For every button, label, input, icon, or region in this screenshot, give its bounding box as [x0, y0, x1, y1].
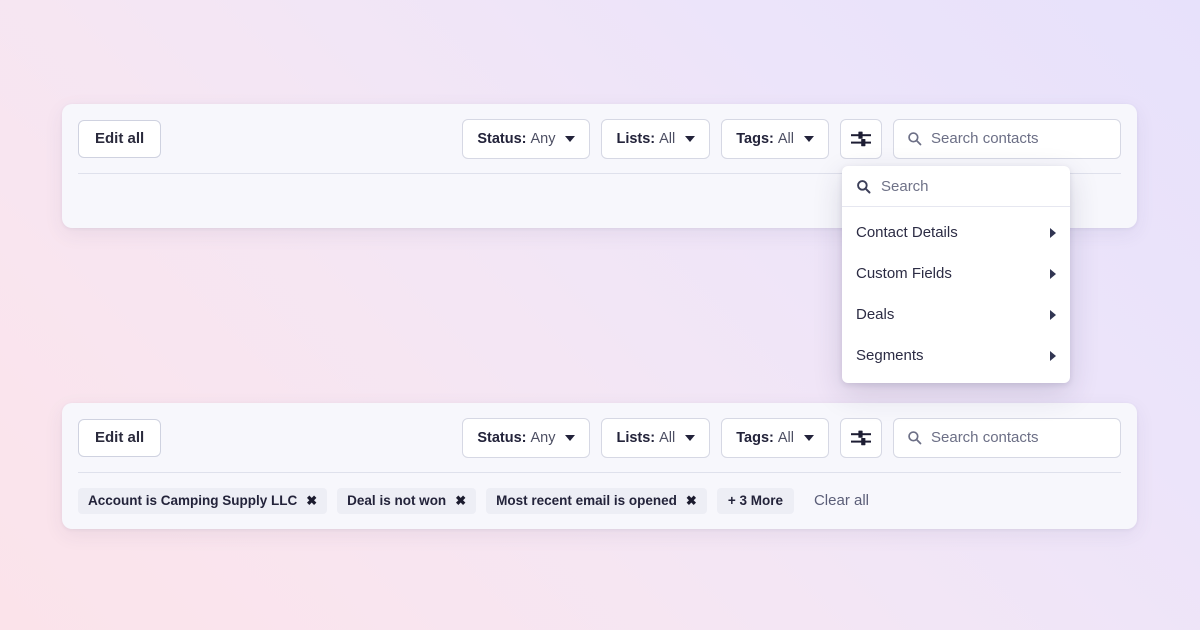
advanced-filter-button[interactable] — [840, 417, 882, 458]
filter-controls: Status: Any Lists: All Tags: All Search … — [462, 118, 1121, 159]
lists-filter-key: Lists: — [616, 130, 656, 147]
filter-chip: Most recent email is opened ✖ — [486, 487, 707, 514]
menu-item-contact-details[interactable]: Contact Details — [842, 212, 1070, 253]
filter-controls: Status: Any Lists: All Tags: All Search … — [462, 417, 1121, 458]
filter-chip-label: Deal is not won — [347, 493, 447, 508]
menu-item-segments[interactable]: Segments — [842, 335, 1070, 376]
tags-filter-dropdown[interactable]: Tags: All — [721, 118, 829, 159]
lists-filter-value: All — [659, 130, 676, 147]
edit-all-button[interactable]: Edit all — [78, 418, 162, 457]
search-contacts-placeholder: Search contacts — [931, 130, 1039, 147]
tags-filter-value: All — [777, 130, 794, 147]
toolbar-divider — [78, 472, 1121, 473]
filter-chip-label: Account is Camping Supply LLC — [88, 493, 298, 508]
chevron-down-icon — [565, 135, 576, 142]
toolbar-row: Edit all Status: Any Lists: All Tags: Al… — [62, 403, 1137, 472]
chevron-down-icon — [685, 135, 696, 142]
search-icon — [857, 179, 871, 193]
status-filter-key: Status: — [477, 429, 527, 446]
tags-filter-key: Tags: — [736, 429, 774, 446]
chevron-down-icon — [565, 434, 576, 441]
chevron-down-icon — [804, 135, 814, 142]
lists-filter-key: Lists: — [616, 429, 656, 446]
tags-filter-key: Tags: — [736, 130, 774, 147]
menu-item-custom-fields[interactable]: Custom Fields — [842, 253, 1070, 294]
lists-filter-dropdown[interactable]: Lists: All — [601, 118, 711, 159]
search-icon — [908, 431, 922, 445]
sliders-icon — [851, 430, 871, 445]
edit-all-button[interactable]: Edit all — [78, 119, 162, 158]
chevron-right-icon — [1050, 268, 1056, 279]
search-contacts-placeholder: Search contacts — [931, 429, 1039, 446]
menu-search-input[interactable]: Search — [842, 166, 1070, 207]
menu-item-label: Contact Details — [856, 224, 958, 241]
sliders-icon — [851, 131, 871, 146]
search-contacts-input[interactable]: Search contacts — [893, 118, 1121, 159]
tags-filter-value: All — [777, 429, 794, 446]
chevron-down-icon — [685, 434, 696, 441]
menu-search-placeholder: Search — [881, 177, 929, 195]
close-icon[interactable]: ✖ — [455, 494, 466, 507]
chevron-right-icon — [1050, 227, 1056, 238]
menu-item-deals[interactable]: Deals — [842, 294, 1070, 335]
status-filter-dropdown[interactable]: Status: Any — [462, 118, 591, 159]
status-filter-value: Any — [530, 429, 556, 446]
search-contacts-input[interactable]: Search contacts — [893, 417, 1121, 458]
chevron-right-icon — [1050, 350, 1056, 361]
chevron-down-icon — [804, 434, 814, 441]
status-filter-key: Status: — [477, 130, 527, 147]
filter-chip-label: Most recent email is opened — [496, 493, 677, 508]
chevron-right-icon — [1050, 309, 1056, 320]
menu-item-label: Custom Fields — [856, 265, 952, 282]
tags-filter-dropdown[interactable]: Tags: All — [721, 417, 829, 458]
close-icon[interactable]: ✖ — [306, 494, 317, 507]
status-filter-dropdown[interactable]: Status: Any — [462, 417, 591, 458]
advanced-filter-menu: Search Contact Details Custom Fields Dea… — [842, 166, 1070, 383]
toolbar-row: Edit all Status: Any Lists: All Tags: Al… — [62, 104, 1137, 173]
filter-chip: Deal is not won ✖ — [337, 487, 477, 514]
lists-filter-dropdown[interactable]: Lists: All — [601, 417, 711, 458]
active-filters-row: Account is Camping Supply LLC ✖ Deal is … — [62, 472, 1137, 529]
more-filters-button[interactable]: + 3 More — [716, 487, 794, 514]
menu-item-label: Deals — [856, 306, 895, 323]
close-icon[interactable]: ✖ — [686, 494, 697, 507]
status-filter-value: Any — [530, 130, 556, 147]
search-icon — [908, 132, 922, 146]
lists-filter-value: All — [659, 429, 676, 446]
clear-all-button[interactable]: Clear all — [814, 492, 869, 509]
menu-item-list: Contact Details Custom Fields Deals Segm… — [842, 207, 1070, 383]
filter-chip: Account is Camping Supply LLC ✖ — [78, 487, 328, 514]
filter-toolbar-card-bottom: Edit all Status: Any Lists: All Tags: Al… — [62, 403, 1137, 529]
advanced-filter-button[interactable] — [840, 118, 882, 159]
menu-item-label: Segments — [856, 347, 924, 364]
